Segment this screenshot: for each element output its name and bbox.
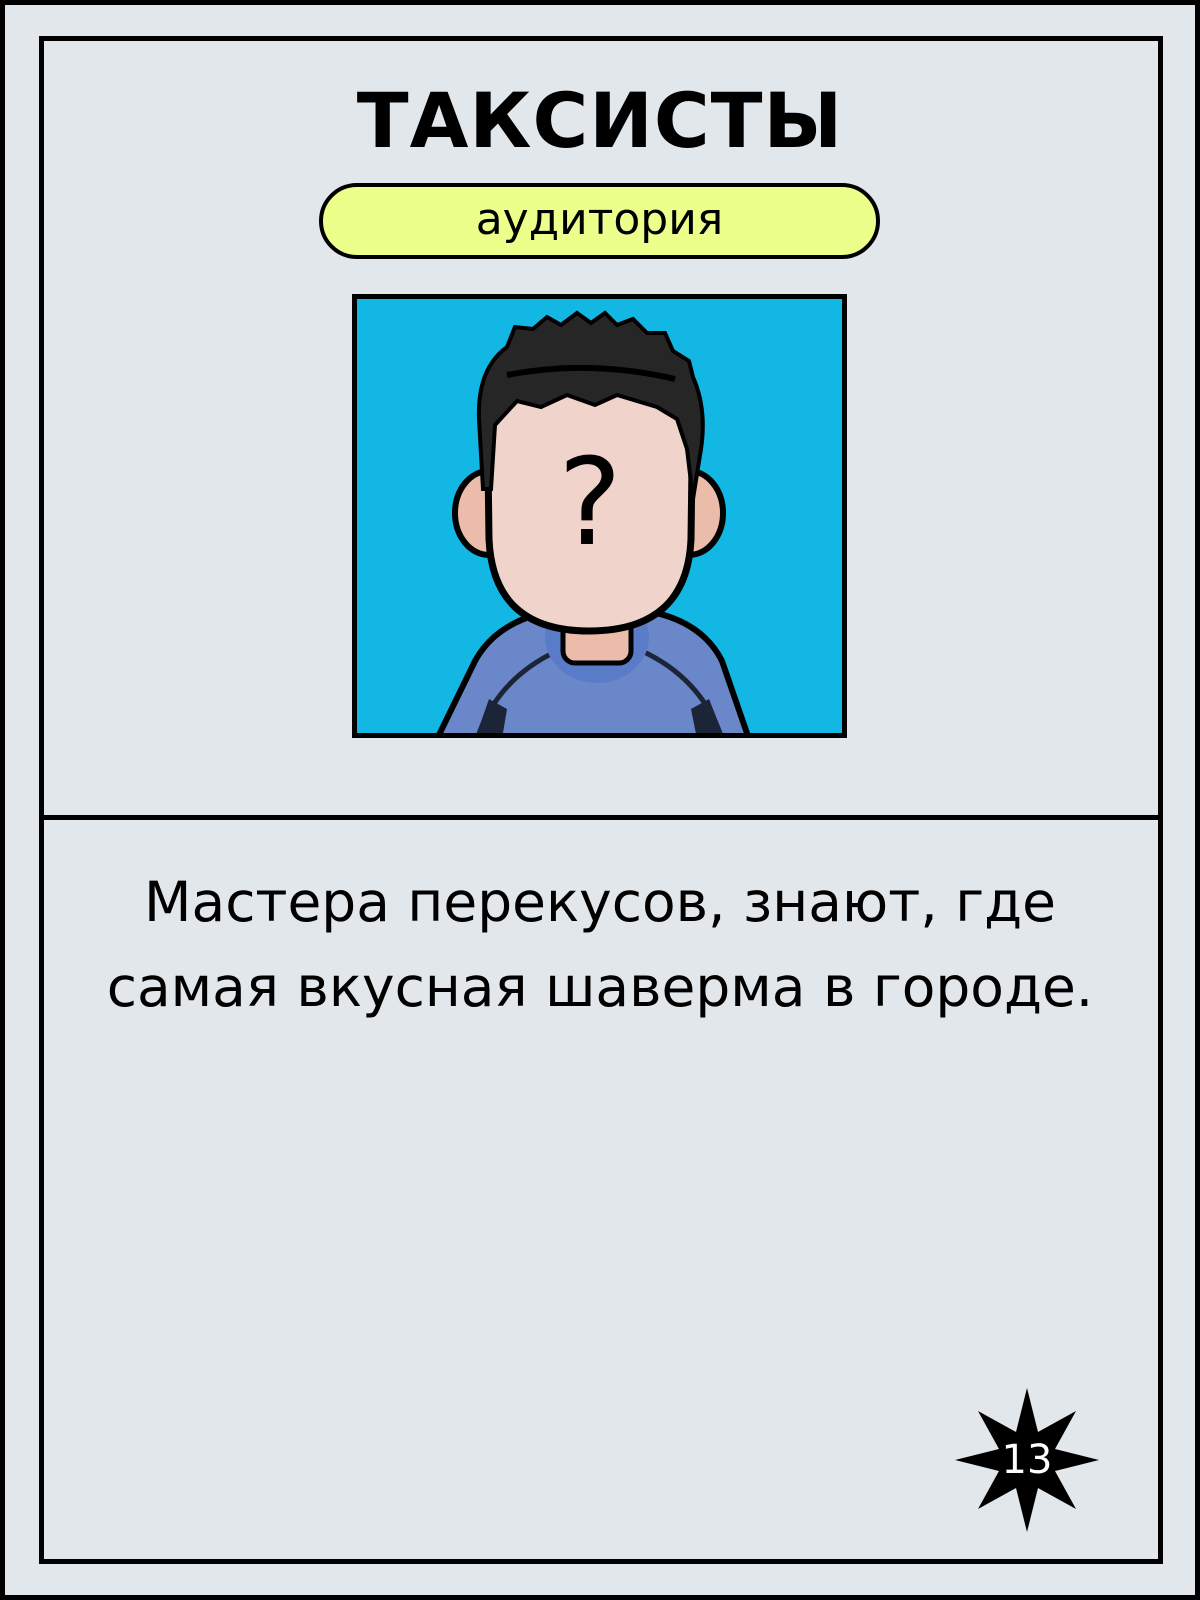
card-description: Мастера перекусов, знают, где самая вкус… <box>106 870 1094 1019</box>
anonymous-person-icon: ? <box>436 310 751 733</box>
card-number: 13 <box>1001 1437 1053 1483</box>
card-number-badge: 13 <box>955 1388 1099 1532</box>
card-title: ТАКСИСТЫ <box>356 76 844 165</box>
avatar-image: ? <box>352 294 847 738</box>
card-divider <box>44 815 1158 820</box>
question-mark-icon: ? <box>558 434 622 573</box>
card <box>39 36 1163 1564</box>
category-badge: аудитория <box>319 183 880 259</box>
